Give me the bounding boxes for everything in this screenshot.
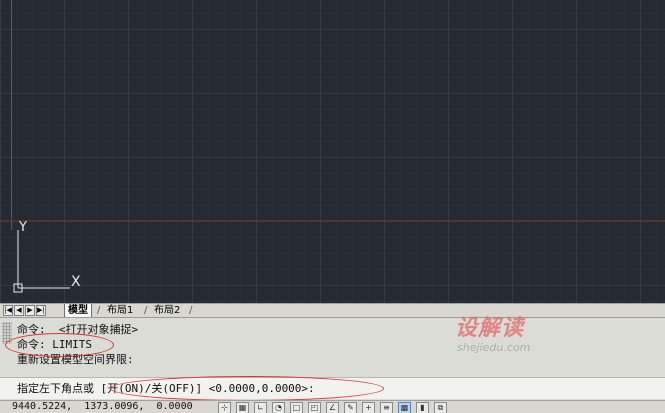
drawing-canvas[interactable]: Y X: [0, 0, 665, 303]
coordinate-readout[interactable]: 9440.5224, 1373.0096, 0.0000: [12, 401, 193, 413]
command-history-line: 命令: <打开对象捕捉>: [17, 323, 139, 336]
selection-cycling-icon[interactable]: ⧉: [434, 402, 447, 413]
tab-model[interactable]: 模型: [64, 304, 92, 317]
polar-icon[interactable]: ◔: [272, 402, 285, 413]
osnap-icon[interactable]: □: [290, 402, 303, 413]
3d-osnap-icon[interactable]: ◰: [308, 402, 321, 413]
command-window-grip-icon[interactable]: [2, 322, 12, 344]
command-prompt[interactable]: 指定左下角点或 [开(ON)/关(OFF)] <0.0000,0.0000>:: [17, 382, 315, 396]
otrack-icon[interactable]: ∠: [326, 402, 339, 413]
first-tab-button[interactable]: |◀: [3, 305, 13, 316]
tab-separator: /: [189, 305, 193, 316]
watermark-domain: shejiedu.com: [457, 341, 531, 354]
quick-properties-icon[interactable]: ▮: [416, 402, 429, 413]
next-tab-button[interactable]: ▶: [25, 305, 35, 316]
tab-separator: /: [97, 305, 101, 316]
ucs-icon: Y X: [13, 220, 81, 293]
transparency-icon[interactable]: ▩: [398, 402, 411, 413]
snap-icon[interactable]: ⊹: [218, 402, 231, 413]
command-history-line: 重新设置模型空间界限:: [17, 353, 134, 366]
lineweight-icon[interactable]: ≡: [380, 402, 393, 413]
watermark-brand: 设解读: [455, 316, 525, 341]
grid-icon[interactable]: ▦: [236, 402, 249, 413]
tab-separator: /: [144, 305, 148, 316]
ducs-icon[interactable]: ✎: [344, 402, 357, 413]
status-bar: 9440.5224, 1373.0096, 0.0000 ⊹ ▦ ∟ ◔ □ ◰ ∠ ✎ + ≡ ▩…: [0, 400, 665, 413]
command-history-line: 命令: LIMITS: [17, 338, 92, 351]
ucs-y-label: Y: [18, 220, 27, 235]
tab-layout1[interactable]: 布局1: [104, 304, 136, 317]
dyn-icon[interactable]: +: [362, 402, 375, 413]
ortho-icon[interactable]: ∟: [254, 402, 267, 413]
command-input-row[interactable]: 指定左下角点或 [开(ON)/关(OFF)] <0.0000,0.0000>:: [0, 377, 665, 399]
watermark: 设解读 shejiedu.com: [455, 310, 575, 360]
tab-layout2[interactable]: 布局2: [151, 304, 183, 317]
ucs-x-label: X: [71, 274, 81, 290]
last-tab-button[interactable]: ▶|: [36, 305, 46, 316]
y-axis-line: [11, 0, 12, 230]
previous-tab-button[interactable]: ◀: [14, 305, 24, 316]
x-axis-line: [0, 220, 665, 221]
